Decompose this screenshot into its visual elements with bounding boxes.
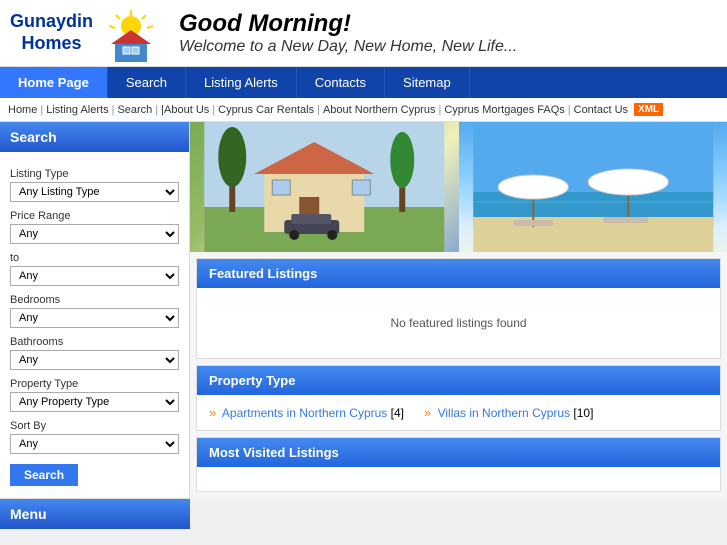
most-visited-section: Most Visited Listings xyxy=(196,437,721,492)
price-range-from-select[interactable]: Any xyxy=(10,224,179,244)
logo-text: Gunaydin Homes xyxy=(10,11,93,54)
featured-listings-section: Featured Listings No featured listings f… xyxy=(196,258,721,359)
villas-link[interactable]: Villas in Northern Cyprus xyxy=(438,406,571,420)
sort-by-select[interactable]: Any xyxy=(10,434,179,454)
header: Gunaydin Homes Good Morning! Welcome to … xyxy=(0,0,727,67)
sidebar: Search Listing Type Any Listing Type Pri… xyxy=(0,122,190,498)
nav-contacts[interactable]: Contacts xyxy=(297,67,385,98)
property-type-select[interactable]: Any Property Type xyxy=(10,392,179,412)
bottom-sidebar: Menu xyxy=(0,498,190,529)
breadcrumb-about-northern-cyprus[interactable]: About Northern Cyprus xyxy=(323,104,436,116)
featured-listings-body: No featured listings found xyxy=(197,288,720,358)
bathrooms-label: Bathrooms xyxy=(10,336,179,348)
property-type-section: Property Type » Apartments in Northern C… xyxy=(196,365,721,431)
arrow-icon-villas: » xyxy=(424,405,431,420)
no-listings-msg: No featured listings found xyxy=(209,300,708,346)
apartments-link[interactable]: Apartments in Northern Cyprus xyxy=(222,406,387,420)
bathrooms-select[interactable]: Any xyxy=(10,350,179,370)
search-section-title: Search xyxy=(0,122,189,152)
menu-section-title: Menu xyxy=(0,499,190,529)
logo-icon xyxy=(101,8,161,58)
property-link-apartments: » Apartments in Northern Cyprus [4] xyxy=(209,405,404,420)
greeting-main: Good Morning! xyxy=(179,10,517,38)
nav-home[interactable]: Home Page xyxy=(0,67,108,98)
arrow-icon-apartments: » xyxy=(209,405,216,420)
breadcrumb-contact-us[interactable]: Contact Us xyxy=(574,104,628,116)
property-link-villas: » Villas in Northern Cyprus [10] xyxy=(424,405,593,420)
banner-images xyxy=(190,122,727,252)
price-range-to-select[interactable]: Any xyxy=(10,266,179,286)
nav-listing-alerts[interactable]: Listing Alerts xyxy=(186,67,297,98)
greeting-sub: Welcome to a New Day, New Home, New Life… xyxy=(179,38,517,56)
most-visited-body xyxy=(197,467,720,491)
search-form: Listing Type Any Listing Type Price Rang… xyxy=(0,152,189,494)
breadcrumb-car-rentals[interactable]: Cyprus Car Rentals xyxy=(218,104,314,116)
property-type-title: Property Type xyxy=(197,366,720,395)
breadcrumb-listing-alerts[interactable]: Listing Alerts xyxy=(46,104,108,116)
listing-type-select[interactable]: Any Listing Type xyxy=(10,182,179,202)
most-visited-title: Most Visited Listings xyxy=(197,438,720,467)
nav-sitemap[interactable]: Sitemap xyxy=(385,67,470,98)
nav-search[interactable]: Search xyxy=(108,67,186,98)
breadcrumb-about-us[interactable]: About Us xyxy=(164,104,209,116)
villas-count: [10] xyxy=(573,406,593,420)
listing-type-label: Listing Type xyxy=(10,168,179,180)
bedrooms-select[interactable]: Any xyxy=(10,308,179,328)
property-type-label: Property Type xyxy=(10,378,179,390)
breadcrumb-mortgages[interactable]: Cyprus Mortgages FAQs xyxy=(444,104,564,116)
breadcrumb-search[interactable]: Search xyxy=(117,104,152,116)
price-range-to-label: to xyxy=(10,252,179,264)
price-range-label: Price Range xyxy=(10,210,179,222)
xml-badge[interactable]: XML xyxy=(634,103,663,116)
breadcrumb-home[interactable]: Home xyxy=(8,104,37,116)
featured-listings-title: Featured Listings xyxy=(197,259,720,288)
banner-house-image xyxy=(190,122,459,252)
main-content: Search Listing Type Any Listing Type Pri… xyxy=(0,122,727,498)
banner-beach-image xyxy=(459,122,727,252)
property-links: » Apartments in Northern Cyprus [4] » Vi… xyxy=(197,395,720,430)
nav-bar: Home Page Search Listing Alerts Contacts… xyxy=(0,67,727,98)
content-area: Featured Listings No featured listings f… xyxy=(190,122,727,498)
bedrooms-label: Bedrooms xyxy=(10,294,179,306)
apartments-count: [4] xyxy=(391,406,404,420)
sort-by-label: Sort By xyxy=(10,420,179,432)
greeting: Good Morning! Welcome to a New Day, New … xyxy=(179,10,517,56)
search-button[interactable]: Search xyxy=(10,464,78,486)
breadcrumb: Home | Listing Alerts | Search | | About… xyxy=(0,98,727,122)
bottom-bar: Menu xyxy=(0,498,727,529)
